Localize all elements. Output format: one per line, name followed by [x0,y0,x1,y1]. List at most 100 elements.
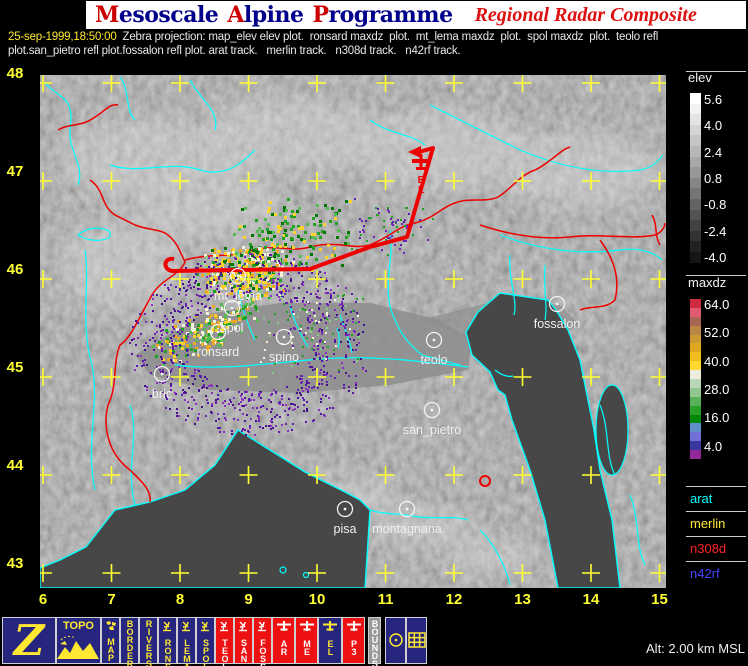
elev-colorbar-step [690,135,701,146]
rivers-label: RIVERS [144,619,153,666]
maxdz-tick-label: 52.0 [704,325,729,339]
svg-text:L: L [418,185,424,196]
lon-tick-label: 9 [236,591,262,609]
elev-tick-label: -0.8 [704,197,726,211]
teolo-label: TEOLO [220,638,229,666]
radar-dish-icon [162,618,173,637]
elev-tick-label: 4.0 [704,118,722,132]
maxdz-tick-label: 4.0 [704,439,722,453]
map-canvas: E L mt_lema spol ronsard spino bric teol… [40,75,666,588]
station-label: bric [152,387,172,401]
teolo-button[interactable]: TEOLO [215,617,234,664]
map-button[interactable]: MAP [101,617,120,664]
lon-tick-label: 15 [647,591,673,609]
maxdz-colorbar [690,299,701,459]
station-label: ronsard [197,345,239,359]
elev-colorbar-step [690,241,701,252]
stations-toggle-button[interactable] [385,617,406,664]
lat-tick-label: 48 [2,65,28,83]
elev-colorbar-step [690,157,701,168]
ar-button[interactable]: AR [272,617,295,664]
me-label: ME [302,639,311,655]
spol-button[interactable]: SPOL [196,617,215,664]
toolbar: Z TOPO MAPBORDERS RIVERS RONS LEMA SPOL TE… [0,617,748,664]
bounds-button[interactable]: BOUNDS [368,617,381,664]
world-map-icon [105,618,117,636]
san-p-label: SAN·P [239,638,248,666]
maxdz-tick-label: 40.0 [704,354,729,368]
lema-label: LEMA [182,638,191,666]
status-line-1: 25-sep-1999,18:50:00 Zebra projection: m… [8,31,748,45]
san-p-button[interactable]: SAN·P [234,617,253,664]
maxdz-colorbar-step [690,406,701,415]
ar-label: AR [279,639,288,655]
legend-arat: arat [690,491,712,505]
grid-toggle-button[interactable] [406,617,427,664]
maxdz-colorbar-step [690,432,701,441]
rons-button[interactable]: RONS [158,617,177,664]
maxdz-colorbar-step [690,370,701,379]
maxdz-colorbar-title: maxdz [688,275,726,289]
zebra-logo-button[interactable]: Z [2,617,56,664]
me-button[interactable]: ME [295,617,318,664]
elev-tick-label: -4.0 [704,250,726,264]
elev-colorbar-step [690,93,701,104]
elev-tick-label: 0.8 [704,171,722,185]
elev-colorbar-step [690,199,701,210]
legend-merlin: merlin [690,516,725,530]
sidebar-divider [686,536,746,537]
sidebar-divider [686,561,746,562]
elev-colorbar-step [690,252,701,263]
foss-button[interactable]: FOSS [253,617,272,664]
mountain-icon [57,632,100,660]
app-title-word: Mesoscale [95,2,218,28]
radar-map[interactable]: E L mt_lema spol ronsard spino bric teol… [40,75,666,588]
elev-colorbar-step [690,220,701,231]
borders-button[interactable]: BORDERS [120,617,139,664]
app-title-word: Programme [312,2,452,28]
spol-label: SPOL [201,638,210,666]
maxdz-tick-label: 64.0 [704,297,729,311]
lat-tick-label: 43 [2,555,28,573]
maxdz-colorbar-step [690,379,701,388]
legend-n42rf: n42rf [690,566,720,580]
airplane-icon [298,618,316,638]
p3-button[interactable]: P3 [342,617,365,664]
airplane-icon [275,618,293,638]
lon-tick-label: 11 [373,591,399,609]
el-button[interactable]: EL [318,617,342,664]
station-label: montagnana [372,522,442,536]
elev-colorbar-step [690,125,701,136]
radar-dish-icon [257,618,268,637]
maxdz-colorbar-step [690,317,701,326]
station-marker-icon [388,618,404,653]
topo-button[interactable]: TOPO [56,617,101,664]
lema-button[interactable]: LEMA [177,617,196,664]
maxdz-colorbar-step [690,415,701,424]
rivers-button[interactable]: RIVERS [139,617,158,664]
station-label: spino [269,350,299,364]
radar-dish-icon [200,618,211,637]
station-label: san_pietro [403,423,461,437]
elev-colorbar-step [690,104,701,115]
maxdz-colorbar-step [690,450,701,459]
grid-icon [408,618,426,653]
airplane-icon [321,618,339,638]
rons-label: RONS [163,638,172,666]
lat-tick-label: 44 [2,457,28,475]
elev-colorbar-step [690,146,701,157]
elev-tick-label: -2.4 [704,224,726,238]
maxdz-colorbar-step [690,326,701,335]
elev-tick-label: 2.4 [704,145,722,159]
maxdz-colorbar-step [690,441,701,450]
elev-colorbar-step [690,188,701,199]
topo-label: TOPO [63,620,94,632]
elev-colorbar [690,93,701,263]
station-label: fossalon [534,317,581,331]
lat-tick-label: 47 [2,163,28,181]
maxdz-tick-label: 28.0 [704,382,729,396]
maxdz-colorbar-step [690,299,701,308]
p3-label: P3 [349,639,358,655]
title-bar: Mesoscale Alpine Programme Regional Rada… [86,1,746,29]
maxdz-colorbar-step [690,423,701,432]
